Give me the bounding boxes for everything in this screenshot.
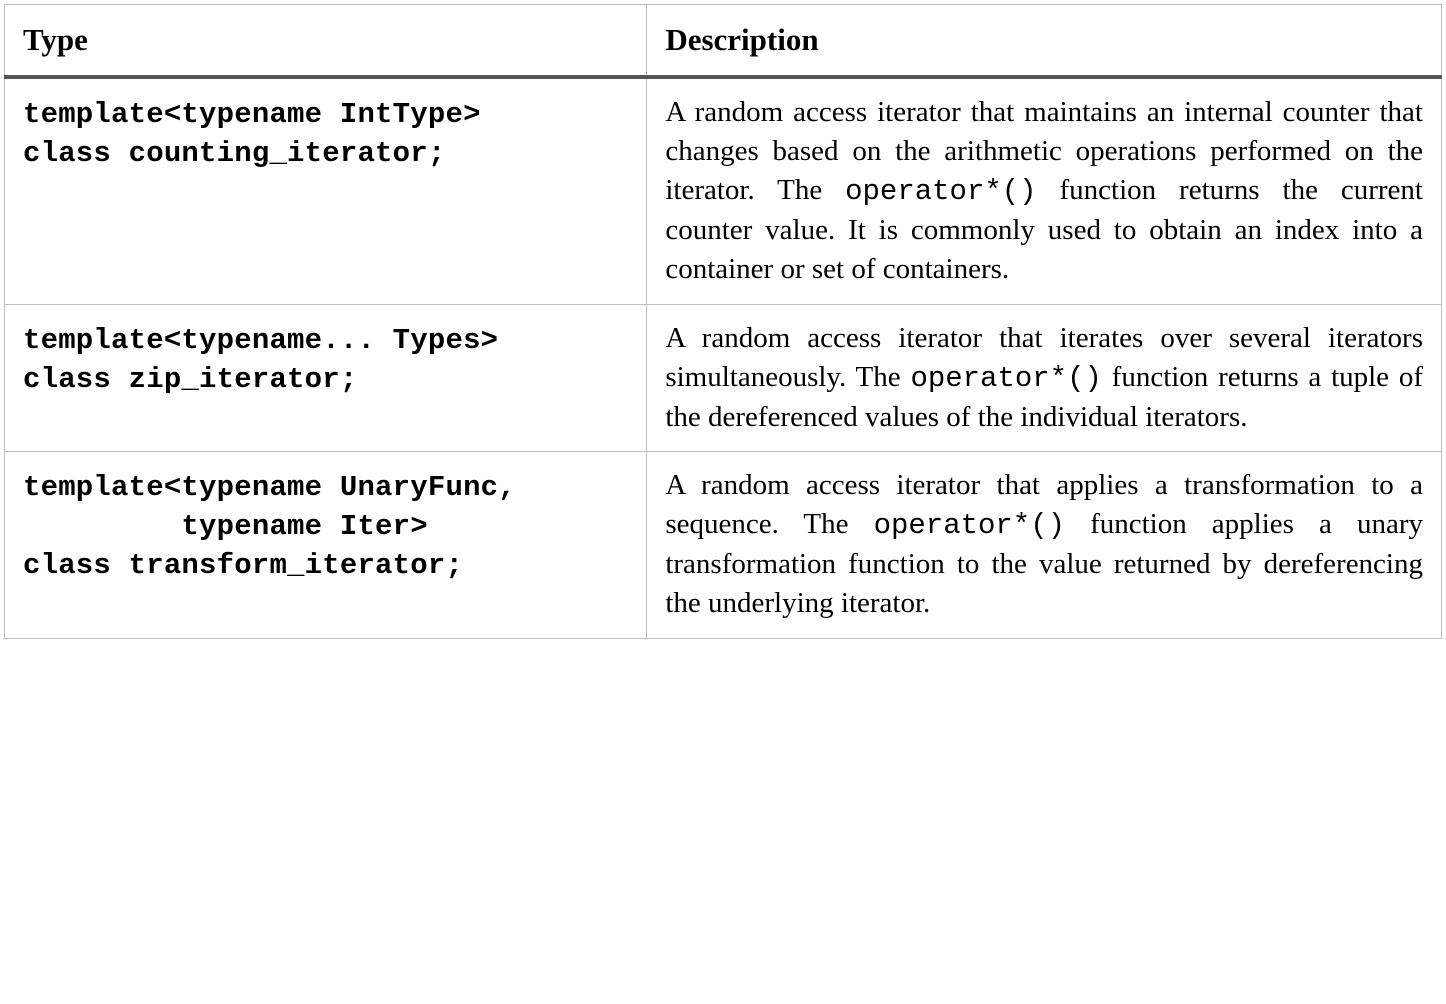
table-row: template<typename... Types> class zip_it…: [5, 304, 1442, 451]
type-code-cell: template<typename UnaryFunc, typename It…: [5, 451, 647, 638]
table-header-row: Type Description: [5, 5, 1442, 77]
operator-code: operator*(): [910, 362, 1101, 395]
header-description: Description: [647, 5, 1442, 77]
table-row: template<typename UnaryFunc, typename It…: [5, 451, 1442, 638]
header-type: Type: [5, 5, 647, 77]
table-row: template<typename IntType> class countin…: [5, 77, 1442, 304]
operator-code: operator*(): [874, 509, 1065, 542]
type-code-cell: template<typename IntType> class countin…: [5, 77, 647, 304]
type-code-cell: template<typename... Types> class zip_it…: [5, 304, 647, 451]
operator-code: operator*(): [845, 175, 1036, 208]
description-cell: A random access iterator that applies a …: [647, 451, 1442, 638]
iterator-types-table: Type Description template<typename IntTy…: [4, 4, 1442, 639]
description-cell: A random access iterator that maintains …: [647, 77, 1442, 304]
description-cell: A random access iterator that iterates o…: [647, 304, 1442, 451]
